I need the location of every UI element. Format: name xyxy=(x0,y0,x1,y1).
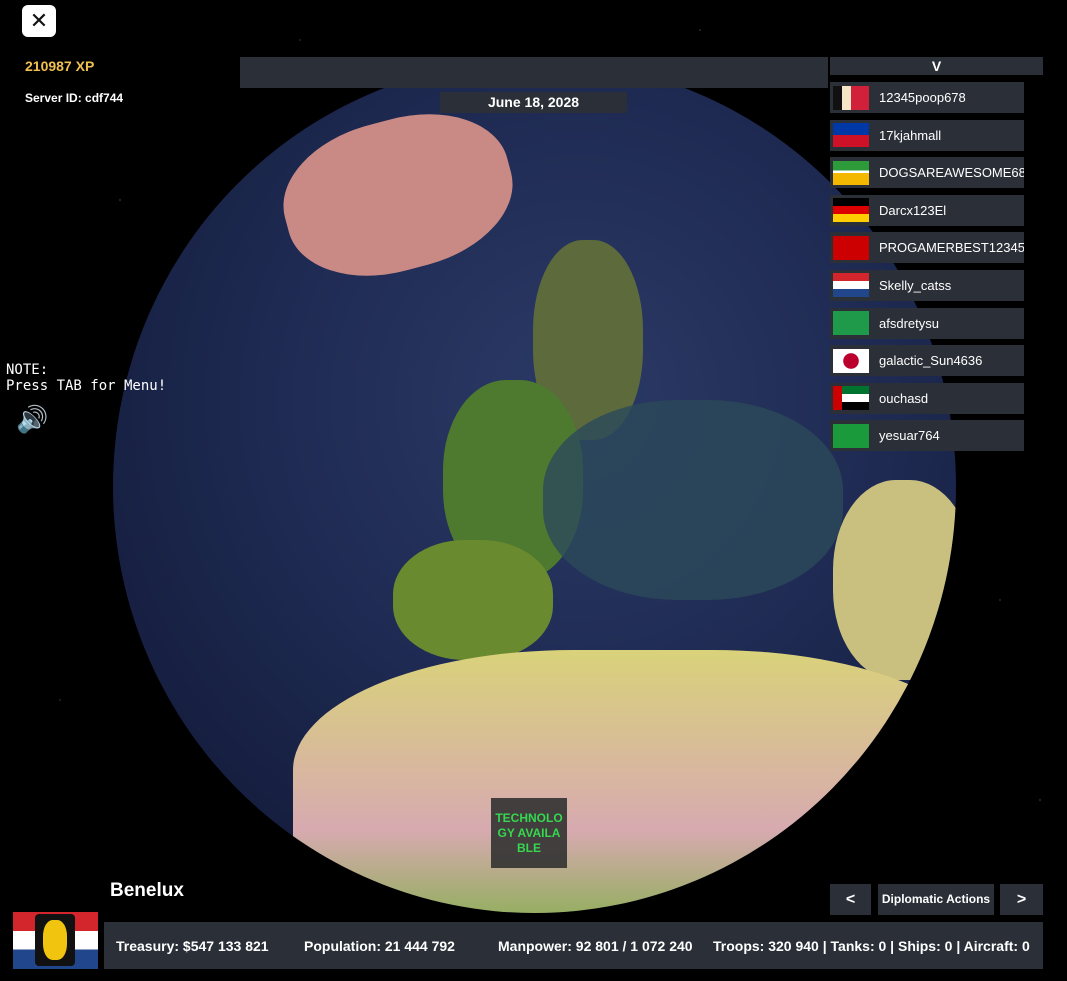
speaker-icon[interactable]: 🔊 xyxy=(16,404,48,435)
close-button[interactable]: ✕ xyxy=(22,5,56,37)
menu-note: NOTE: Press TAB for Menu! xyxy=(6,362,167,394)
player-flag xyxy=(833,386,869,411)
country-stats-bar: Treasury: $547 133 821 Population: 21 44… xyxy=(104,922,1043,969)
player-list-item[interactable]: afsdretysu xyxy=(830,307,1024,339)
player-name: PROGAMERBEST1234512 xyxy=(879,240,1024,256)
player-flag xyxy=(833,160,869,185)
player-list-item[interactable]: Darcx123El xyxy=(830,194,1024,226)
player-name: ouchasd xyxy=(879,390,929,406)
player-list-item[interactable]: PROGAMERBEST1234512 xyxy=(830,232,1024,264)
player-flag xyxy=(833,423,869,448)
player-flag xyxy=(833,85,869,110)
player-name: 12345poop678 xyxy=(879,90,966,105)
player-list-item[interactable]: yesuar764 xyxy=(830,420,1024,452)
prev-button[interactable]: < xyxy=(830,884,871,915)
country-name: Benelux xyxy=(110,880,184,901)
eastern-europe xyxy=(543,400,843,600)
player-flag xyxy=(833,311,869,336)
player-name: afsdretysu xyxy=(879,315,939,331)
player-name: 17kjahmall xyxy=(879,127,942,143)
manpower: Manpower: 92 801 / 1 072 240 xyxy=(498,937,693,954)
next-button[interactable]: > xyxy=(1000,884,1043,915)
middle-east xyxy=(833,480,956,680)
xp-counter: 210987 XP xyxy=(25,58,95,74)
country-flag xyxy=(13,912,98,969)
close-icon: ✕ xyxy=(29,8,49,33)
diplomatic-actions-button[interactable]: Diplomatic Actions xyxy=(878,884,994,915)
iberia xyxy=(393,540,553,660)
player-flag xyxy=(833,198,869,223)
top-bar xyxy=(240,57,828,88)
population: Population: 21 444 792 xyxy=(304,937,455,954)
player-list-item[interactable]: galactic_Sun4636 xyxy=(830,345,1024,377)
player-flag xyxy=(833,273,869,298)
lion-crest xyxy=(35,914,75,966)
game-date: June 18, 2028 xyxy=(440,92,627,113)
player-flag xyxy=(833,235,869,260)
player-flag xyxy=(833,123,869,148)
treasury: Treasury: $547 133 821 xyxy=(116,937,269,954)
player-list-item[interactable]: ouchasd xyxy=(830,382,1024,414)
player-name: DOGSAREAWESOME68 xyxy=(879,165,1024,181)
player-list-toggle[interactable]: V xyxy=(830,57,1043,75)
player-list-item[interactable]: 17kjahmall xyxy=(830,119,1024,151)
player-list-item[interactable]: DOGSAREAWESOME68 xyxy=(830,157,1024,189)
player-name: Skelly_catss xyxy=(879,277,952,293)
player-flag xyxy=(833,348,869,373)
server-id: Server ID: cdf744 xyxy=(25,91,124,105)
player-list-item[interactable]: 12345poop678 xyxy=(830,82,1024,113)
player-list-item[interactable]: Skelly_catss xyxy=(830,269,1024,301)
player-name: yesuar764 xyxy=(879,428,940,444)
player-name: Darcx123El xyxy=(879,202,947,218)
military-stats: Troops: 320 940 | Tanks: 0 | Ships: 0 | … xyxy=(713,937,1030,954)
player-name: galactic_Sun4636 xyxy=(879,353,983,369)
africa xyxy=(293,650,956,913)
player-list: 12345poop678 17kjahmall DOGSAREAWESOME68 Da… xyxy=(830,82,1024,458)
technology-available-button[interactable]: TECHNOLOGY AVAILABLE xyxy=(491,798,567,868)
